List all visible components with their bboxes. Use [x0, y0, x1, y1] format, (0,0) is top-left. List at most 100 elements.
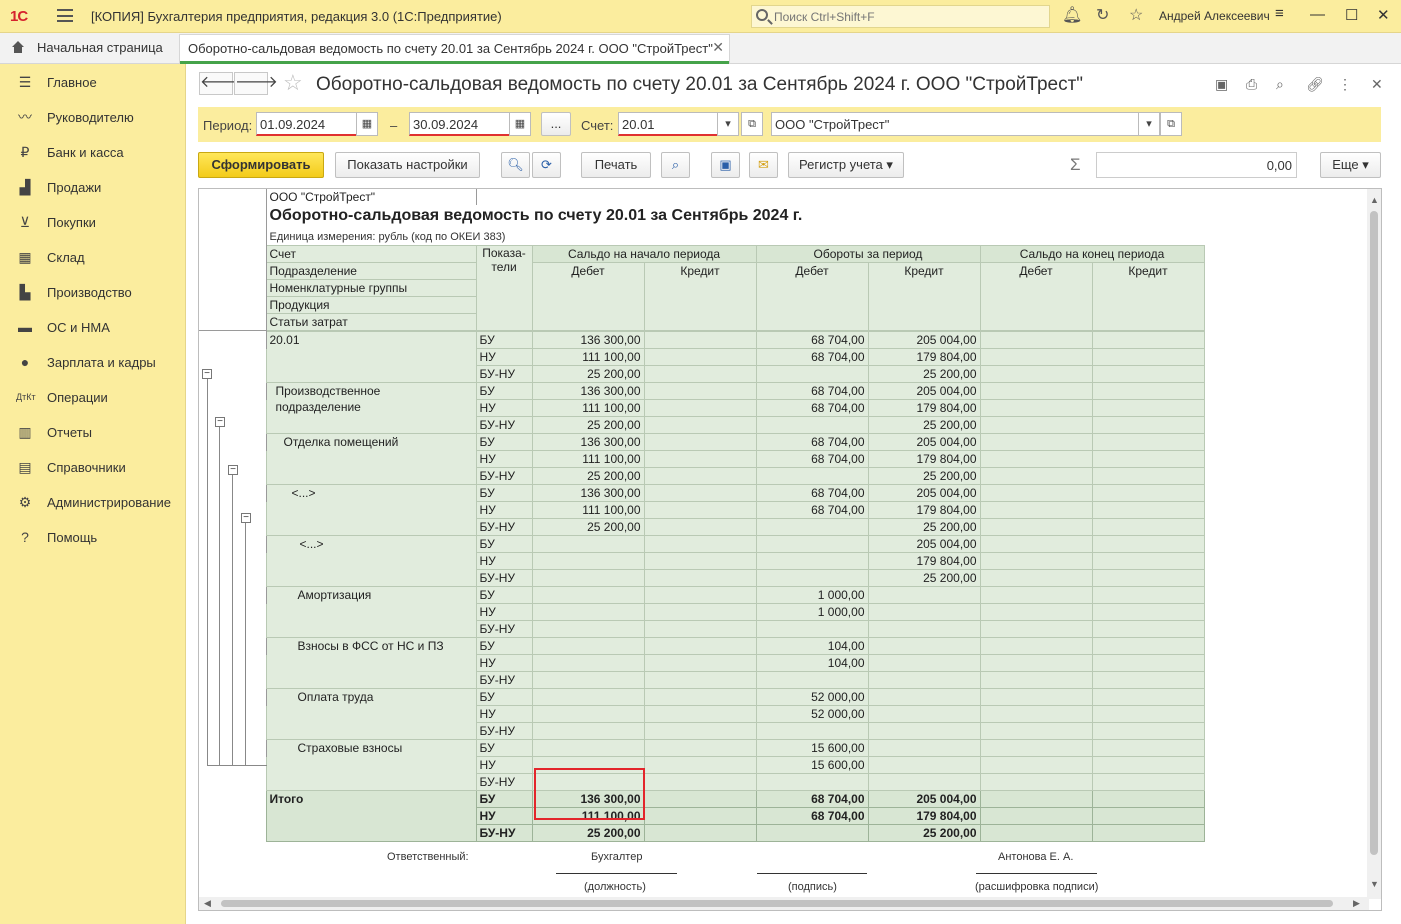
- settings-menu-icon[interactable]: ≡: [1275, 5, 1284, 22]
- close-tab-icon[interactable]: ✕: [712, 39, 724, 56]
- scroll-down-icon[interactable]: ▼: [1370, 879, 1379, 889]
- sidebar-item-directories[interactable]: ▤ Справочники: [0, 450, 186, 485]
- bar-chart-icon: ▥: [18, 424, 32, 440]
- table-row[interactable]: 20.01 БУ 136 300,00 68 704,00 205 004,00: [199, 331, 1205, 383]
- period-select-button[interactable]: ...: [541, 112, 571, 136]
- collapse-toggle-icon[interactable]: −: [228, 465, 238, 475]
- row-label: Оплата труда: [265, 688, 477, 740]
- sidebar-item-operations[interactable]: ДтКт Операции: [0, 380, 186, 415]
- tab-home[interactable]: Начальная страница: [0, 33, 176, 63]
- value-cell: [1091, 688, 1205, 706]
- global-search[interactable]: [751, 5, 1050, 28]
- preview-button[interactable]: ⌕: [661, 152, 690, 178]
- open-icon[interactable]: ⧉: [1160, 112, 1182, 136]
- vertical-scrollbar[interactable]: ▲ ▼: [1367, 189, 1381, 899]
- search-input[interactable]: [774, 7, 1044, 27]
- value-cell: 205 004,00: [867, 535, 981, 553]
- close-window-icon[interactable]: ✕: [1377, 6, 1390, 24]
- value-cell: 179 804,00: [867, 501, 981, 519]
- register-button[interactable]: Регистр учета ▾: [788, 152, 904, 178]
- forward-button[interactable]: 🡒: [234, 72, 278, 95]
- scroll-left-icon[interactable]: ◀: [204, 898, 211, 909]
- form-title: Оборотно-сальдовая ведомость по счету 20…: [316, 74, 1084, 95]
- collapse-toggle-icon[interactable]: −: [215, 417, 225, 427]
- date-to-field[interactable]: 30.09.2024: [409, 112, 510, 136]
- table-row[interactable]: Страховые взносы БУ 15 600,00: [199, 739, 1205, 791]
- open-icon[interactable]: ⧉: [741, 112, 763, 136]
- sidebar-item-manager[interactable]: 〰 Руководителю: [0, 100, 186, 135]
- find-button[interactable]: 🔍︎: [501, 152, 530, 178]
- value-cell: [643, 535, 757, 553]
- find-refresh-button[interactable]: ⟳: [532, 152, 561, 178]
- collapse-toggle-icon[interactable]: −: [202, 369, 212, 379]
- sidebar-item-label: Справочники: [47, 460, 126, 475]
- bell-icon[interactable]: 🔔︎: [1062, 7, 1082, 25]
- sum-field[interactable]: 0,00: [1096, 152, 1297, 178]
- print-button[interactable]: Печать: [581, 152, 651, 178]
- table-row[interactable]: Взносы в ФСС от НС и ПЗ БУ 104,00: [199, 637, 1205, 689]
- sidebar-item-label: Производство: [47, 285, 132, 300]
- user-name[interactable]: Андрей Алексеевич: [1159, 9, 1270, 23]
- save-report-button[interactable]: ▣: [711, 152, 740, 178]
- sidebar-item-label: Помощь: [47, 530, 98, 545]
- row-label: <...>: [265, 535, 477, 587]
- tree-gutter: [199, 331, 267, 349]
- preview-icon[interactable]: ⌕: [1276, 76, 1284, 93]
- dropdown-arrow-icon[interactable]: ▾: [717, 112, 739, 136]
- value-cell: [643, 603, 757, 621]
- back-button[interactable]: 🡐: [199, 72, 243, 95]
- close-form-icon[interactable]: ✕: [1371, 76, 1383, 93]
- star-icon[interactable]: ☆: [1129, 7, 1143, 25]
- link-icon[interactable]: 🔗︎: [1306, 76, 1324, 93]
- save-icon[interactable]: ▣: [1215, 76, 1228, 93]
- sidebar-item-salary[interactable]: ● Зарплата и кадры: [0, 345, 186, 380]
- table-row[interactable]: Амортизация БУ 1 000,00: [199, 586, 1205, 638]
- value-cell: [867, 773, 981, 791]
- indicator-cell: БУ: [475, 331, 533, 349]
- sidebar-item-reports[interactable]: ▥ Отчеты: [0, 415, 186, 450]
- horizontal-scrollbar[interactable]: ◀ ▶: [199, 897, 1369, 910]
- date-from-field[interactable]: 01.09.2024: [256, 112, 357, 136]
- scroll-right-icon[interactable]: ▶: [1353, 898, 1360, 909]
- email-button[interactable]: ✉: [749, 152, 778, 178]
- value-cell: [755, 518, 869, 536]
- favorite-star-icon[interactable]: ☆: [283, 70, 303, 96]
- main-menu-icon[interactable]: [57, 9, 73, 22]
- account-field[interactable]: 20.01: [618, 112, 718, 136]
- vertical-scroll-thumb[interactable]: [1370, 211, 1378, 855]
- maximize-icon[interactable]: ☐: [1345, 6, 1358, 24]
- calendar-icon[interactable]: ▦: [356, 112, 378, 136]
- sidebar-item-main[interactable]: ☰ Главное: [0, 65, 186, 100]
- value-cell: [979, 586, 1093, 604]
- sidebar-item-help[interactable]: ? Помощь: [0, 520, 186, 555]
- history-icon[interactable]: ↻: [1096, 7, 1109, 25]
- value-cell: [1091, 705, 1205, 723]
- table-row[interactable]: <...> БУ 205 004,00: [199, 535, 1205, 587]
- sidebar-item-production[interactable]: ▙ Производство: [0, 275, 186, 310]
- minimize-icon[interactable]: —: [1310, 6, 1325, 23]
- table-row[interactable]: <...> БУ 136 300,00 68 704,00 205 004,00: [199, 484, 1205, 536]
- scroll-up-icon[interactable]: ▲: [1370, 195, 1379, 205]
- generate-button[interactable]: Сформировать: [198, 152, 324, 178]
- report-spreadsheet[interactable]: ООО "СтройТрест" Оборотно-сальдовая ведо…: [198, 188, 1382, 911]
- table-row[interactable]: Производственное подразделение БУ 136 300,…: [199, 382, 1205, 434]
- sidebar-item-sales[interactable]: ▟ Продажи: [0, 170, 186, 205]
- table-row[interactable]: Оплата труда БУ 52 000,00: [199, 688, 1205, 740]
- table-row[interactable]: Отделка помещений БУ 136 300,00 68 704,00 20…: [199, 433, 1205, 485]
- calendar-icon[interactable]: ▦: [509, 112, 531, 136]
- total-value: 25 200,00: [867, 824, 981, 842]
- sidebar-item-admin[interactable]: ⚙ Администрирование: [0, 485, 186, 520]
- sidebar-item-warehouse[interactable]: ▦ Склад: [0, 240, 186, 275]
- tab-report[interactable]: Оборотно-сальдовая ведомость по счету 20…: [179, 34, 730, 64]
- horizontal-scroll-thumb[interactable]: [221, 900, 1333, 907]
- sidebar-item-bank[interactable]: ₽ Банк и касса: [0, 135, 186, 170]
- more-vertical-icon[interactable]: ⋮: [1338, 76, 1352, 93]
- sidebar-item-fixed-assets[interactable]: ▬ ОС и НМА: [0, 310, 186, 345]
- more-button[interactable]: Еще ▾: [1320, 152, 1381, 178]
- organization-field[interactable]: ООО "СтройТрест": [771, 112, 1139, 136]
- sidebar-item-purchases[interactable]: ⊻ Покупки: [0, 205, 186, 240]
- print-icon[interactable]: ⎙: [1246, 76, 1257, 93]
- collapse-toggle-icon[interactable]: −: [241, 513, 251, 523]
- show-settings-button[interactable]: Показать настройки: [335, 152, 480, 178]
- dropdown-arrow-icon[interactable]: ▾: [1138, 112, 1160, 136]
